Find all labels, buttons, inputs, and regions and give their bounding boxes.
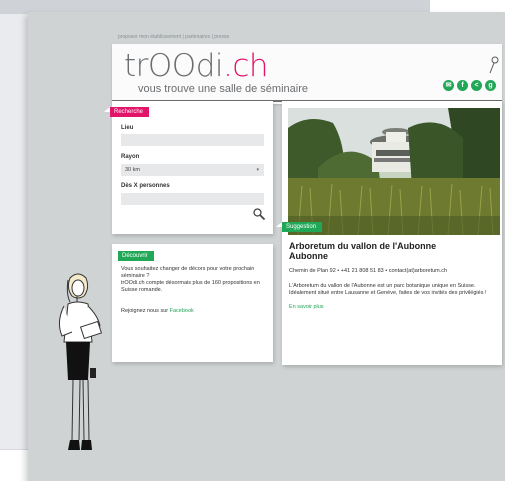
lieu-input[interactable] [121,134,264,146]
logo-dot: . [223,48,233,84]
suggestion-title[interactable]: Arboretum du vallon de l'Aubonne Aubonne [289,241,489,261]
discover-tab-label: Découvrir [112,251,154,261]
persons-label: Dès X personnes [121,183,170,189]
email-icon[interactable]: ✉ [443,80,454,91]
discover-join-prefix: Rejoignez nous sur [121,308,170,314]
share-icon[interactable]: < [471,80,482,91]
suggestion-description: L'Arboretum du vallon de l'Aubonne est u… [289,283,487,296]
site-header: trOOdi.ch vous trouve une salle de sémin… [112,44,502,104]
logo-text-main: trOOdi [124,48,224,84]
logo-text-ch: ch [232,48,269,84]
read-more-link[interactable]: En savoir plus [289,304,324,310]
rayon-value: 30 km [125,167,140,173]
social-icons: ✉ f < g [443,80,496,91]
suggestion-contact: Chemin de Plan 92 • +41 21 808 51 83 • c… [289,268,448,274]
search-tab-label: Recherche [103,107,150,117]
nav-link-partenaires[interactable]: partenaires [185,34,210,40]
discover-text: Vous souhaitez changer de décors pour vo… [121,266,267,322]
discover-join: Rejoignez nous sur Facebook [121,308,267,315]
nav-link-presse[interactable]: presse [214,34,229,40]
site-logo[interactable]: trOOdi.ch [124,48,269,84]
suggestion-tab-label: Suggestion [275,222,323,232]
suggestion-title-line-1: Arboretum du vallon de l'Aubonne [289,241,437,251]
discover-paragraph-1: Vous souhaitez changer de décors pour vo… [121,266,255,279]
top-navigation: proposer mon établissement | partenaires… [118,34,229,40]
search-icon[interactable] [252,207,266,221]
site-tagline: vous trouve une salle de séminaire [138,83,308,95]
google-icon[interactable]: g [485,80,496,91]
nav-link-proposer[interactable]: proposer mon établissement [118,34,181,40]
suggestion-title-line-2: Aubonne [289,251,328,261]
persons-input[interactable] [121,193,264,205]
facebook-link[interactable]: Facebook [170,308,194,314]
woman-illustration [58,273,103,450]
pin-icon [489,56,499,74]
rayon-select[interactable]: 30 km ▾ [121,164,264,176]
rayon-label: Rayon [121,154,140,160]
arboretum-photo[interactable] [288,108,500,235]
lieu-label: Lieu [121,125,134,131]
chevron-down-icon: ▾ [256,167,259,173]
facebook-icon[interactable]: f [457,80,468,91]
discover-paragraph-2: trOOdi.ch compte désormais plus de 160 p… [121,280,260,293]
